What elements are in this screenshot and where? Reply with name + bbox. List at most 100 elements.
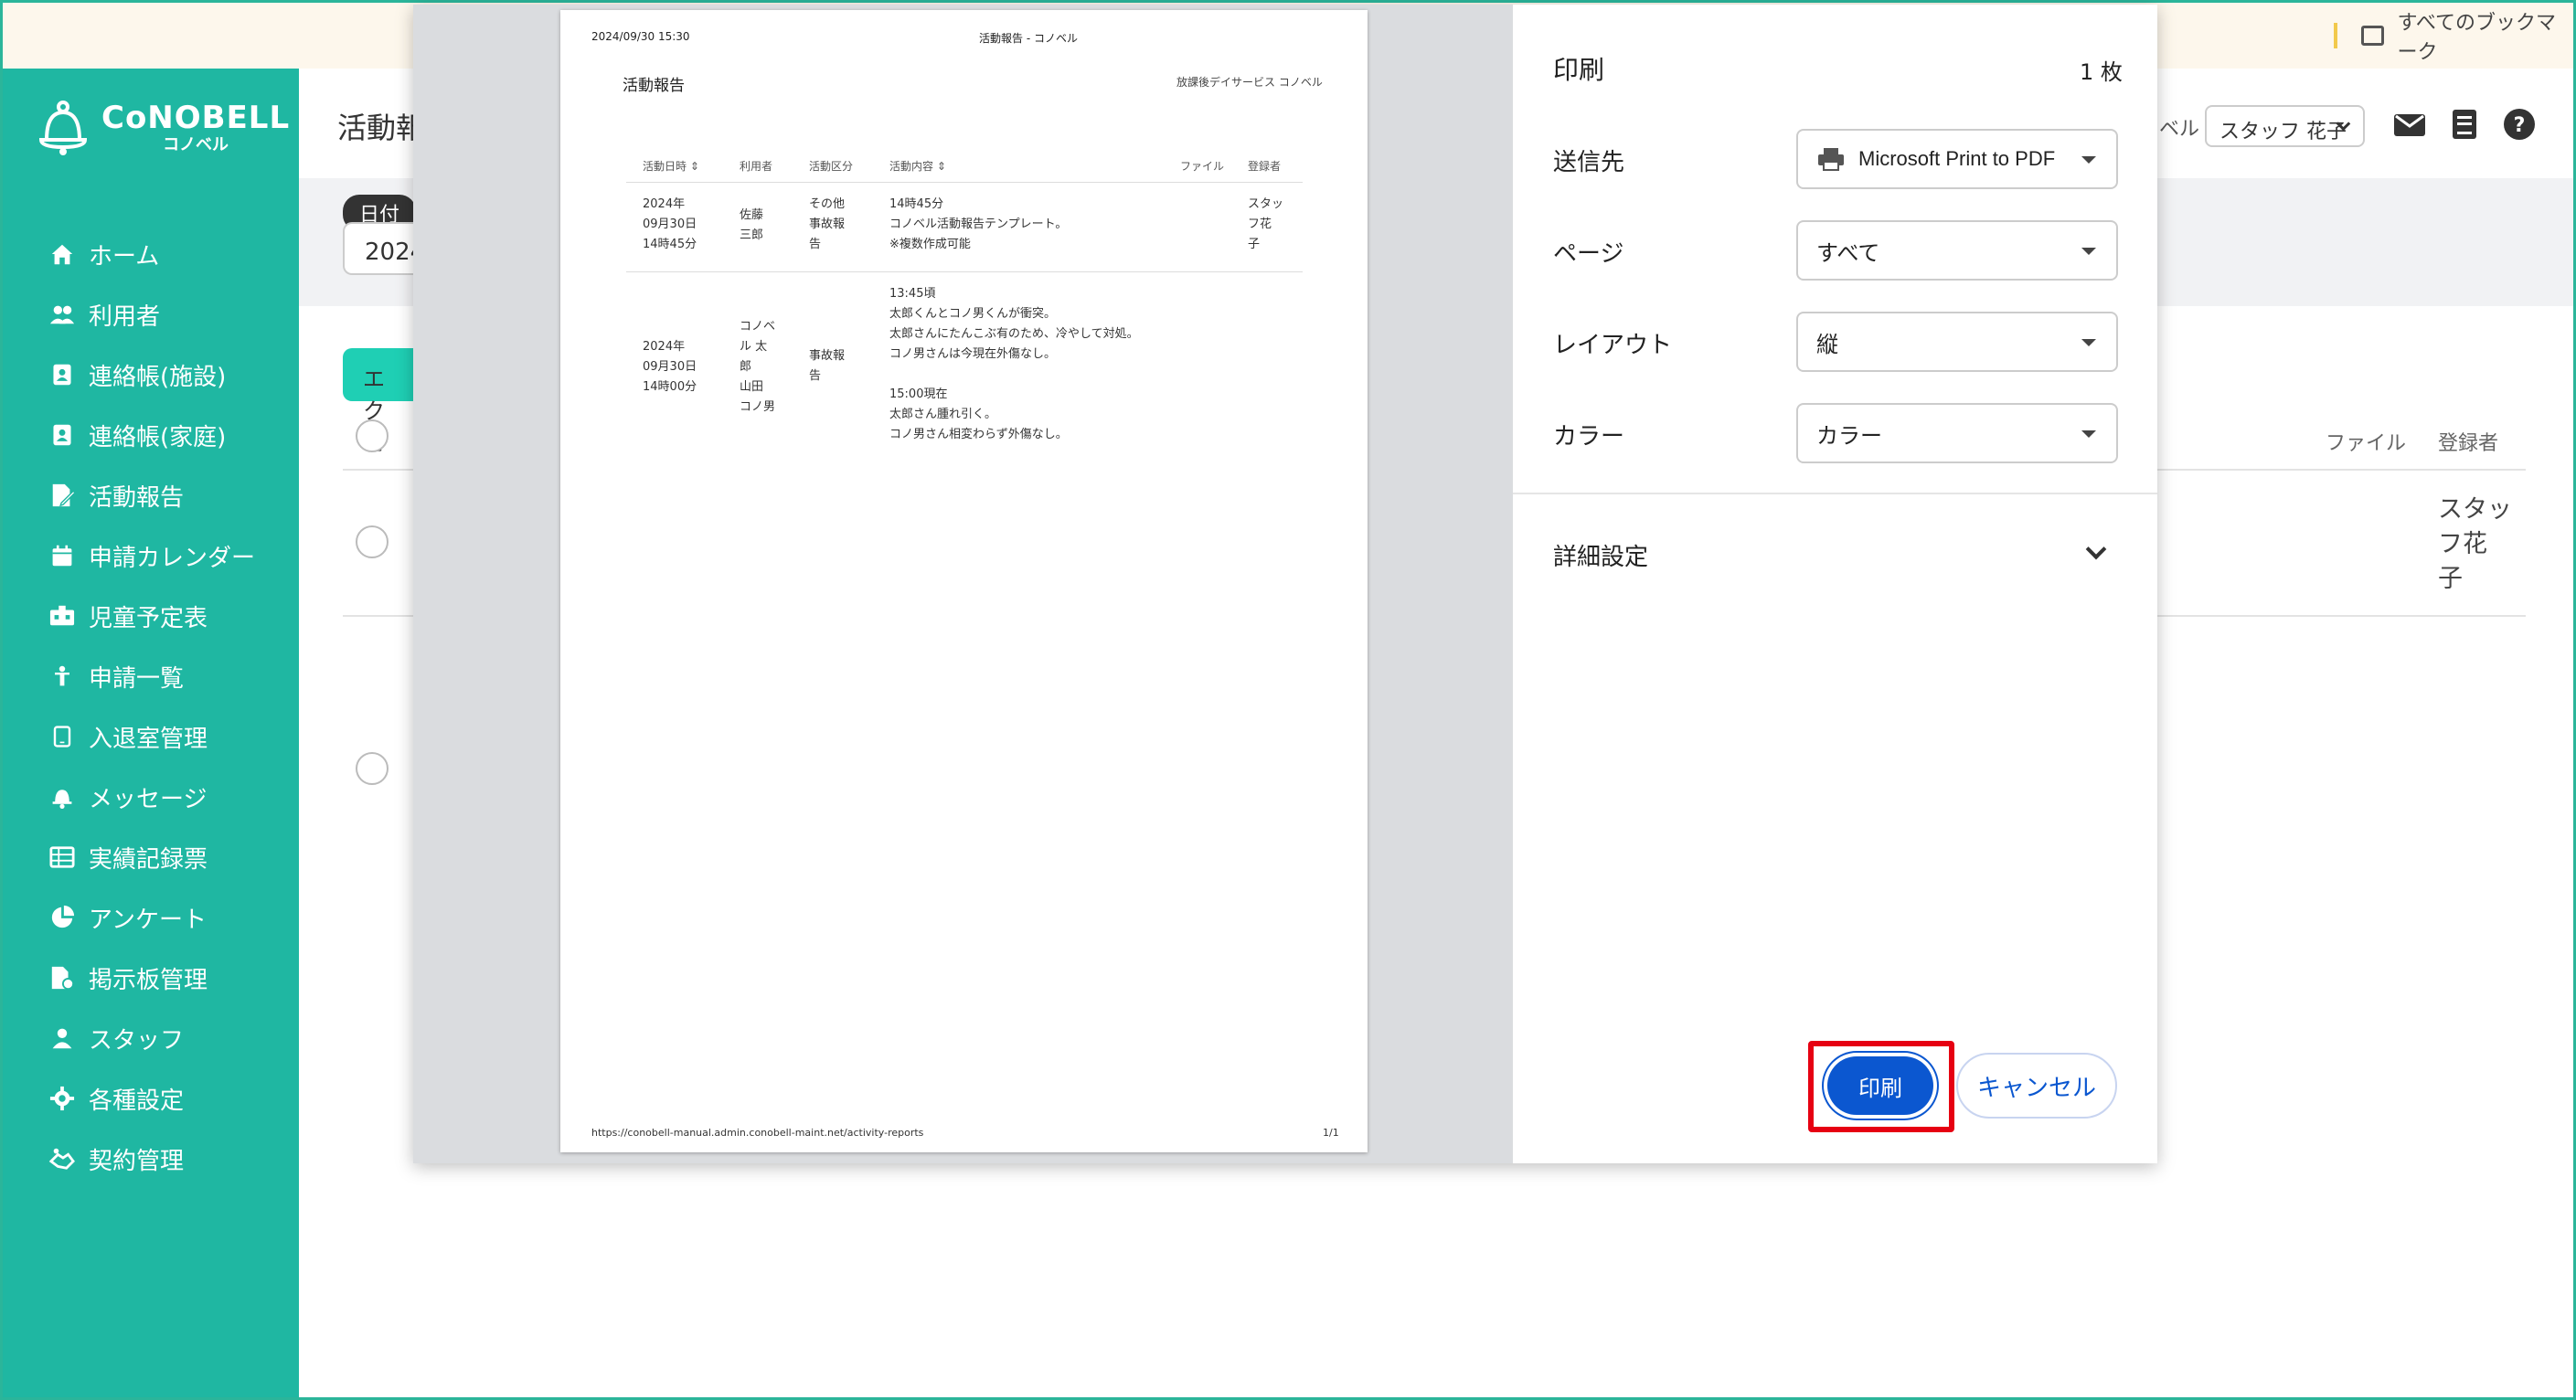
folder-icon [2361,26,2385,46]
sidebar-item-label: 申請カレンダー [89,544,256,572]
chevron-down-icon[interactable] [2085,538,2107,560]
preview-header-datetime: 2024/09/30 15:30 [591,30,690,43]
sidebar-item-11[interactable]: アンケート [48,887,255,948]
sidebar-item-8[interactable]: 入退室管理 [48,706,255,767]
preview-org-name: 放課後デイサービス コノベル [1176,76,1323,89]
sidebar-item-15[interactable]: 契約管理 [48,1129,255,1189]
child-icon [48,663,76,690]
sidebar-item-label: 実績記録票 [89,845,208,874]
bookmark-separator [2334,23,2337,48]
header-level-partial: ベル [2159,118,2200,141]
destination-label: 送信先 [1553,149,1625,176]
all-bookmarks-label: すべてのブックマーク [2397,12,2557,64]
date-input[interactable]: 2024 [343,222,425,275]
color-select[interactable]: カラー [1796,403,2118,463]
preview-footer-url: https://conobell-manual.admin.conobell-m… [591,1127,924,1139]
print-title: 印刷 [1553,55,1605,85]
registrant-cell: スタッ フ花 子 [2438,493,2512,597]
caret-down-icon [2081,339,2096,346]
print-preview-area: 2024/09/30 15:30 活動報告 - コノベル 活動報告 放課後デイサ… [413,5,1513,1163]
registrant-line: 子 [2438,565,2463,593]
destination-value: Microsoft Print to PDF [1858,147,2056,170]
caret-down-icon [2081,248,2096,255]
svg-text:?: ? [2514,114,2526,137]
sidebar-item-3[interactable]: 連絡帳(家庭) [48,405,255,465]
color-label: カラー [1553,423,1625,451]
sidebar-item-5[interactable]: 申請カレンダー [48,525,255,586]
sidebar-item-label: 連絡帳(家庭) [89,423,227,451]
sidebar-item-label: アンケート [89,906,207,934]
preview-col-content: 活動内容 ⇕ [889,160,946,173]
bell-icon [48,783,76,811]
print-settings-panel: 印刷 1 枚 送信先 Microsoft Print to PDF ページ すべ… [1513,5,2157,1163]
board-file-icon [48,964,76,992]
preview-row1-category: その他 事故報 告 [809,197,846,251]
sheet-count: 1 枚 [2080,59,2123,85]
help-icon[interactable]: ? [2502,107,2537,142]
preview-header-divider [626,182,1303,183]
sidebar-item-14[interactable]: 各種設定 [48,1068,255,1129]
users-icon [48,301,76,328]
table-icon [48,843,76,871]
handshake-icon [48,1145,76,1172]
sidebar-item-label: メッセージ [89,785,208,813]
brand-name: CoNOBELL [101,100,291,136]
sidebar-item-10[interactable]: 実績記録票 [48,827,255,887]
row-checkbox[interactable] [356,525,389,558]
notebook-icon[interactable] [2447,107,2482,142]
preview-row2-date: 2024年 09月30日 14時00分 [643,340,697,394]
preview-row1-registrant: スタッ フ花 子 [1248,197,1284,251]
row-checkbox[interactable] [356,752,389,785]
more-settings-toggle[interactable]: 詳細設定 [1553,538,1648,572]
preview-col-file: ファイル [1180,160,1225,173]
schedule-icon [48,602,76,630]
print-button[interactable]: 印刷 [1824,1053,1937,1119]
sidebar-item-4[interactable]: 活動報告 [48,465,255,525]
sidebar-item-7[interactable]: 申請一覧 [48,646,255,706]
color-value: カラー [1816,422,1882,449]
preview-col-category: 活動区分 [809,160,854,173]
staff-select[interactable]: スタッフ 花子 [2205,105,2365,147]
sidebar-item-0[interactable]: ホーム [48,224,255,284]
preview-row2-content: 13:45頃 太郎くんとコノ男くんが衝突。 太郎さんにたんこぶ有のため、冷やして… [889,287,1139,441]
sidebar-item-13[interactable]: スタッフ [48,1008,255,1068]
home-icon [48,240,76,268]
excel-export-button[interactable]: エクセ [343,348,416,456]
registrant-line: スタッ [2438,495,2512,524]
caret-down-icon [2081,430,2096,438]
sidebar-item-6[interactable]: 児童予定表 [48,586,255,646]
mail-icon[interactable] [2392,107,2427,142]
sidebar-item-label: 連絡帳(施設) [89,363,227,391]
destination-select[interactable]: Microsoft Print to PDF [1796,129,2118,189]
preview-col-date: 活動日時 ⇕ [643,160,699,173]
pages-value: すべて [1816,239,1880,266]
registrant-line: フ花 [2438,530,2487,558]
select-all-checkbox[interactable] [356,419,389,452]
sidebar-item-1[interactable]: 利用者 [48,284,255,345]
pages-select[interactable]: すべて [1796,220,2118,281]
sidebar-item-9[interactable]: メッセージ [48,767,255,827]
preview-row-divider [626,271,1303,272]
all-bookmarks-button[interactable]: すべてのブックマーク [2361,12,2573,64]
sidebar-item-label: 児童予定表 [89,604,208,632]
cancel-button[interactable]: キャンセル [1956,1053,2117,1119]
sidebar-item-label: 利用者 [89,302,161,331]
sidebar-item-2[interactable]: 連絡帳(施設) [48,345,255,405]
pie-chart-icon [48,904,76,931]
preview-row1-content: 14時45分 コノベル活動報告テンプレート。 ※複数作成可能 [889,197,1068,251]
sidebar-item-12[interactable]: 掲示板管理 [48,948,255,1008]
caret-down-icon [2081,156,2096,164]
page-title: 活動報 [337,111,426,145]
col-header-registrant: 登録者 [2438,432,2499,455]
layout-label: レイアウト [1553,332,1673,359]
contact-book-icon [48,361,76,388]
tablet-icon [48,723,76,750]
printer-icon [1818,148,1844,171]
sidebar-item-label: 契約管理 [89,1147,185,1175]
calendar-icon [48,542,76,569]
sidebar: CoNOBELL コノベル ホーム利用者連絡帳(施設) 連絡帳(家庭) 活動報告申請… [3,69,299,1397]
preview-col-registrant: 登録者 [1248,160,1282,173]
layout-select[interactable]: 縦 [1796,312,2118,372]
preview-row1-date: 2024年 09月30日 14時45分 [643,197,697,251]
brand-logo[interactable]: CoNOBELL コノベル [37,100,290,156]
